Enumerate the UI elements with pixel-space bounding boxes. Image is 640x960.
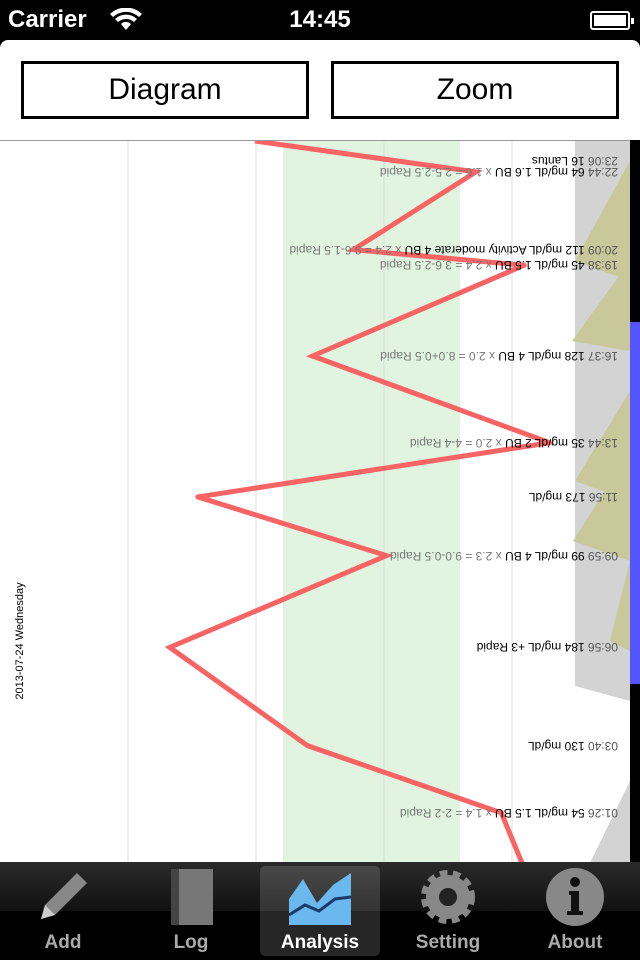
zoom-button[interactable]: Zoom xyxy=(331,61,619,119)
entry-time: 19:38 xyxy=(584,258,618,273)
entry-main: 130 mg/dL xyxy=(527,738,585,753)
entry-time: 01:26 xyxy=(584,805,618,820)
chart-icon xyxy=(289,873,351,925)
entry-main: 128 mg/dL 4 BU xyxy=(498,349,585,363)
glucose-chart[interactable]: 2013-07-24 Wednesday 23:06 16 Lantus 22:4… xyxy=(0,140,630,862)
log-entry-label: 01:26 54 mg/dL 1.5 BU x 1.4 = 2-2 Rapid xyxy=(280,805,618,821)
entry-time: 06:56 xyxy=(584,640,618,655)
log-entry-label: 20:09 112 mg/dL Activity moderate 4 BU x… xyxy=(280,242,618,258)
entry-main: 45 mg/dL 1.5 BU xyxy=(495,258,585,273)
pencil-icon xyxy=(41,873,87,919)
entry-time: 16:37 xyxy=(584,349,618,363)
tab-analysis[interactable]: Analysis xyxy=(260,866,380,956)
tab-about[interactable]: About xyxy=(515,866,635,956)
entry-time: 13:44 xyxy=(584,435,618,450)
entry-main: 35 mg/dL 2 BU xyxy=(505,435,585,450)
entry-time: 03:40 xyxy=(584,738,618,753)
tab-label: About xyxy=(547,932,603,953)
log-entry-label: 16:37 128 mg/dL 4 BU x 2.0 = 8.0+0.5 Rap… xyxy=(280,348,618,364)
tab-add[interactable]: Add xyxy=(3,866,123,956)
entry-time: 22:44 xyxy=(584,164,618,179)
diagram-button[interactable]: Diagram xyxy=(21,61,309,119)
tab-label: Log xyxy=(173,932,209,953)
tab-label: Analysis xyxy=(280,932,360,953)
entry-main: 184 mg/dL +3 Rapid xyxy=(476,640,585,655)
toolbar: Diagram Zoom xyxy=(0,40,640,140)
entry-time: 11:56 xyxy=(585,489,618,504)
glucose-point xyxy=(195,494,201,500)
glucose-point xyxy=(167,644,173,650)
entry-formula: x 2.0 = 4-4 Rapid xyxy=(409,435,506,450)
log-entry-label: 03:40 130 mg/dL xyxy=(280,738,618,754)
log-entry-label: 11:56 173 mg/dL xyxy=(280,489,618,505)
entry-main: 173 mg/dL xyxy=(528,489,586,504)
gear-icon xyxy=(421,870,475,924)
entry-formula: x 2.0 = 8.0+0.5 Rapid xyxy=(380,349,499,363)
entry-main: 112 mg/dL Activity moderate 4 BU xyxy=(404,242,585,257)
log-entry-label: 19:38 45 mg/dL 1.5 BU x 2.4 = 3.6-2.5 Ra… xyxy=(280,257,618,273)
entry-formula: x 2.3 = 9.0-0.5 Rapid xyxy=(389,548,506,563)
entry-main: 54 mg/dL 1.5 BU xyxy=(495,805,585,820)
entry-main: 64 mg/dL 1.6 BU xyxy=(495,164,585,179)
notebook-icon xyxy=(171,869,213,925)
scroll-indicator[interactable] xyxy=(630,322,640,684)
tab-bar: Add Log Analysis Setting About xyxy=(0,862,640,960)
tab-label: Add xyxy=(44,932,82,953)
tab-setting[interactable]: Setting xyxy=(388,866,508,956)
log-entry-label: 06:56 184 mg/dL +3 Rapid xyxy=(280,639,618,655)
tab-log[interactable]: Log xyxy=(131,866,251,956)
log-entry-label: 22:44 64 mg/dL 1.6 BU x 1.6 = 2.5-2.5 Ra… xyxy=(280,164,618,180)
log-entry-label: 13:44 35 mg/dL 2 BU x 2.0 = 4-4 Rapid xyxy=(280,435,618,451)
entry-time: 09:59 xyxy=(584,548,618,563)
entry-main: 99 mg/dL 4 BU xyxy=(505,548,585,563)
info-icon xyxy=(546,868,604,926)
entry-formula: x 1.4 = 2-2 Rapid xyxy=(399,805,496,820)
entry-time: 20:09 xyxy=(584,242,618,257)
tab-label: Setting xyxy=(415,932,481,953)
clock: 14:45 xyxy=(289,6,351,33)
log-entry-label: 09:59 99 mg/dL 4 BU x 2.3 = 9.0-0.5 Rapi… xyxy=(280,548,618,564)
entry-formula: x 2.4 = 9.6-1.5 Rapid xyxy=(289,242,405,257)
entry-formula: x 2.4 = 3.6-2.5 Rapid xyxy=(379,258,496,273)
date-label: 2013-07-24 Wednesday xyxy=(14,582,26,700)
status-bar: Carrier 14:45 xyxy=(0,0,640,40)
battery-icon xyxy=(590,11,634,30)
entry-formula: x 1.6 = 2.5-2.5 Rapid xyxy=(379,164,496,179)
